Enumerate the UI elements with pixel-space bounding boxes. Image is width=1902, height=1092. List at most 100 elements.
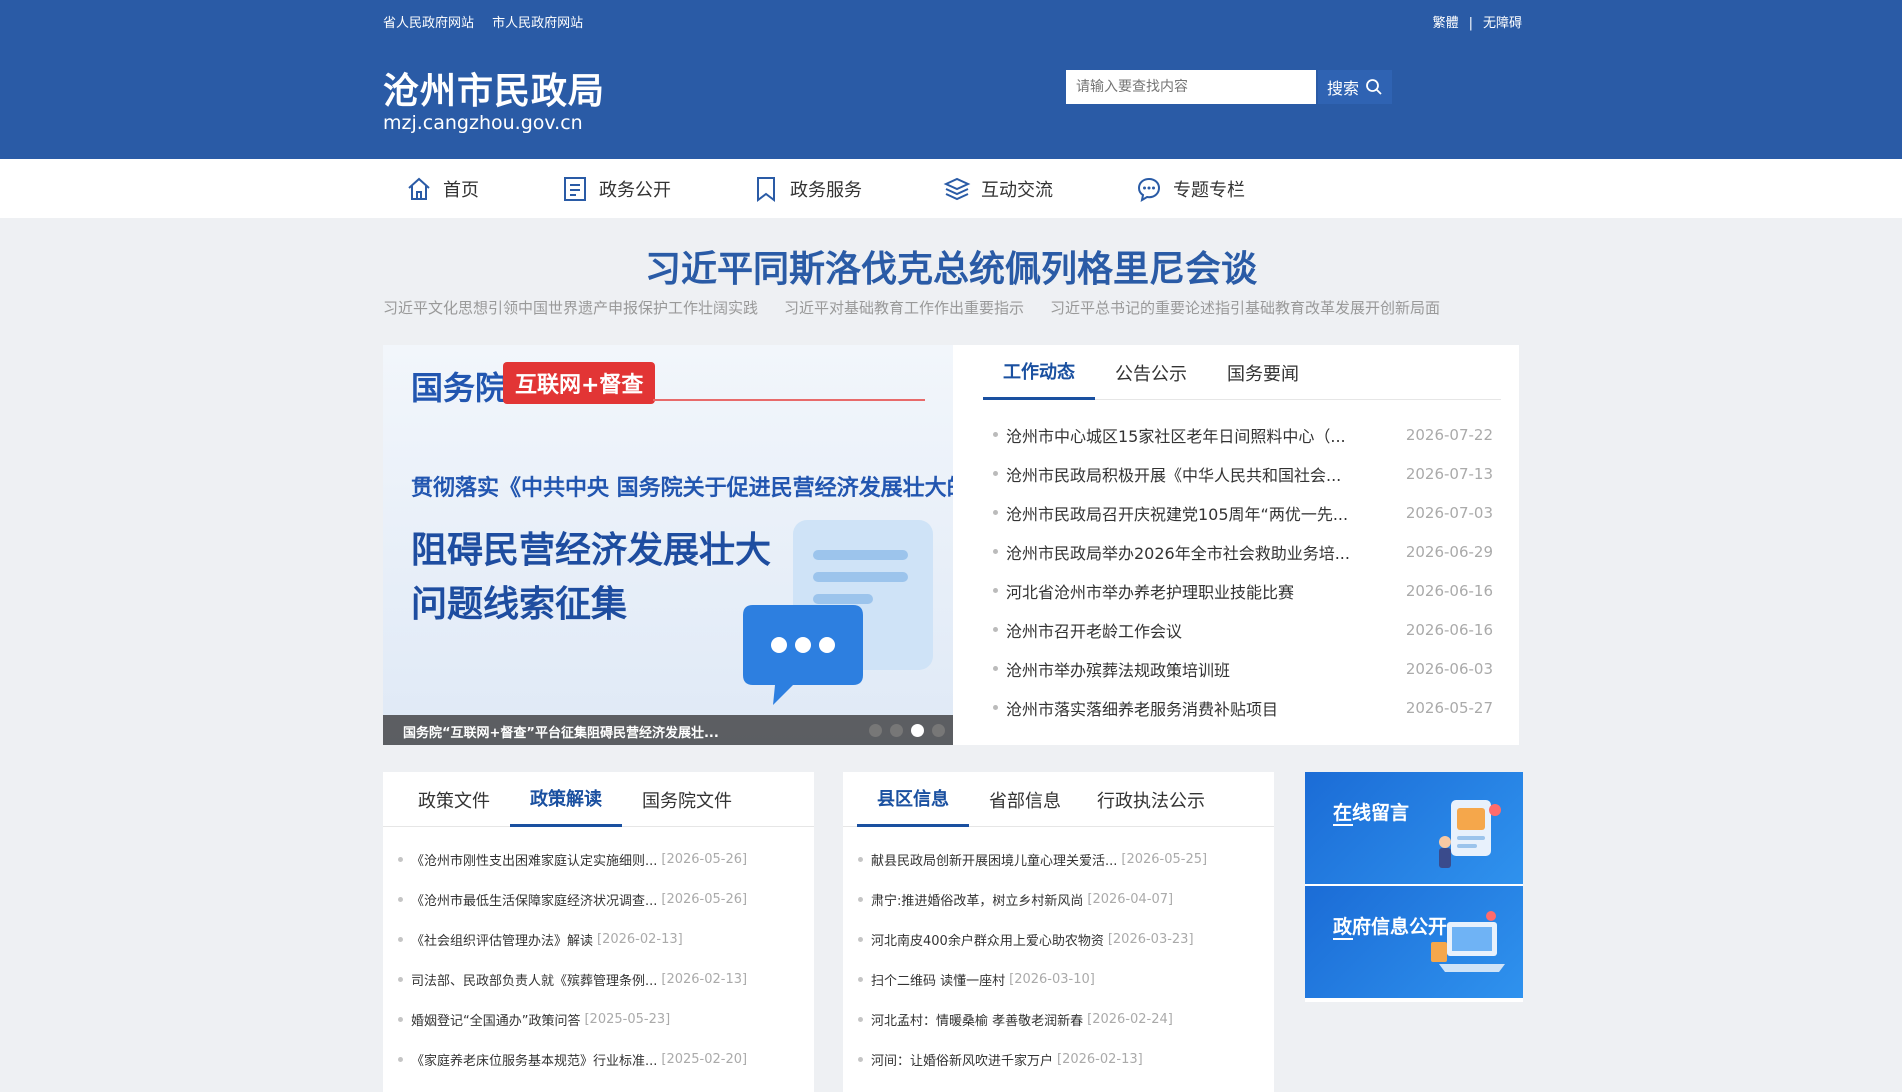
bullet [398,1056,403,1062]
list-item[interactable]: 《家庭养老床位服务基本规范》行业标准... [2025-02-20] [398,1039,803,1079]
news-item[interactable]: 沧州市民政局召开庆祝建党105周年“两优一先... 2026-07-03 [993,493,1493,532]
list-item[interactable]: 婚姻登记“全国通办”政策问答 [2025-05-23] [398,999,803,1039]
carousel-dot-active[interactable] [911,724,924,737]
site-domain: mzj.cangzhou.gov.cn [383,112,583,134]
nav-item-special-topics[interactable]: 专题专栏 [1135,159,1245,218]
nav-label: 互动交流 [981,179,1053,201]
banner-label: 在线留言 [1333,802,1410,824]
headline-title[interactable]: 习近平同斯洛伐克总统佩列格里尼会谈 [0,240,1902,292]
tab-provincial-info[interactable]: 省部信息 [969,772,1081,827]
message-illustration-icon [1439,800,1501,868]
traditional-chinese-link[interactable]: 繁體 [1433,16,1459,31]
item-date: [2026-02-13] [597,931,683,947]
carousel-dot[interactable] [932,724,945,737]
carousel-headline-line2: 问题线索征集 [411,584,628,625]
item-title: 婚姻登记“全国通办”政策问答 [411,1013,581,1029]
county-tabs: 县区信息 省部信息 行政执法公示 [843,772,1274,827]
item-date: [2026-03-23] [1107,931,1194,947]
bullet [398,896,403,902]
layers-icon [943,177,971,200]
online-message-banner[interactable]: 在线留言 [1305,772,1523,884]
nav-item-home[interactable]: 首页 [405,159,479,218]
search-button[interactable]: 搜索 [1318,70,1392,104]
news-title: 沧州市民政局积极开展《中华人民共和国社会... [1006,465,1342,485]
news-date: 2026-06-16 [1405,620,1493,639]
gov-info-disclosure-banner[interactable]: 政府信息公开 [1305,886,1523,998]
carousel-caption-bar: 国务院“互联网+督查”平台征集阻碍民营经济发展壮... [383,715,953,745]
news-item[interactable]: 沧州市落实落细养老服务消费补贴项目 2026-05-27 [993,688,1493,727]
carousel-subtitle: 贯彻落实《中共中央 国务院关于促进民营经济发展壮大的意见》 [411,476,953,501]
province-gov-link[interactable]: 省人民政府网站 [383,16,474,31]
item-title: 河间：让婚俗新风吹进千家万户 [871,1053,1054,1069]
news-item[interactable]: 河北省沧州市举办养老护理职业技能比赛 2026-06-16 [993,571,1493,610]
news-item[interactable]: 沧州市召开老龄工作会议 2026-06-16 [993,610,1493,649]
list-item[interactable]: 扫个二维码 读懂一座村 [2026-03-10] [858,959,1263,999]
tab-announcements[interactable]: 公告公示 [1095,345,1207,400]
carousel-dots [869,724,945,737]
news-title: 沧州市落实落细养老服务消费补贴项目 [1006,699,1279,719]
list-item[interactable]: 《沧州市刚性支出困难家庭认定实施细则... [2026-05-26] [398,839,803,879]
item-date: [2026-02-13] [661,971,748,987]
list-item[interactable]: 河间：让婚俗新风吹进千家万户 [2026-02-13] [858,1039,1263,1079]
tab-work-news[interactable]: 工作动态 [983,345,1095,400]
site-title[interactable]: 沧州市民政局 [383,62,605,114]
carousel-dot[interactable] [890,724,903,737]
list-item[interactable]: 司法部、民政部负责人就《殡葬管理条例... [2026-02-13] [398,959,803,999]
tab-state-news[interactable]: 国务要闻 [1207,345,1319,400]
bullet [993,666,998,671]
list-item[interactable]: 《沧州市最低生活保障家庭经济状况调查... [2026-05-26] [398,879,803,919]
nav-item-interaction[interactable]: 互动交流 [943,159,1053,218]
carousel-caption[interactable]: 国务院“互联网+督查”平台征集阻碍民营经济发展壮... [403,722,719,741]
sub-link[interactable]: 习近平对基础教育工作作出重要指示 [784,297,1024,318]
news-item[interactable]: 沧州市举办殡葬法规政策培训班 2026-06-03 [993,649,1493,688]
nav-item-gov-services[interactable]: 政务服务 [752,159,862,218]
news-item[interactable]: 沧州市民政局举办2026年全市社会救助业务培... 2026-06-29 [993,532,1493,571]
news-list: 沧州市中心城区15家社区老年日间照料中心（... 2026-07-22 沧州市民政… [993,415,1493,727]
sub-link[interactable]: 习近平文化思想引领中国世界遗产申报保护工作壮阔实践 [383,297,758,318]
tab-policy-interpretation[interactable]: 政策解读 [510,772,622,827]
list-item[interactable]: 肃宁:推进婚俗改革，树立乡村新风尚 [2026-04-07] [858,879,1263,919]
carousel-divider [653,399,925,401]
accessibility-link[interactable]: 无障碍 [1483,16,1522,31]
bullet [398,1016,403,1022]
list-item[interactable]: 献县民政局创新开展困境儿童心理关爱活... [2026-05-25] [858,839,1263,879]
bullet [993,588,998,593]
news-item[interactable]: 沧州市民政局积极开展《中华人民共和国社会... 2026-07-13 [993,454,1493,493]
carousel-dot[interactable] [869,724,882,737]
news-item[interactable]: 沧州市中心城区15家社区老年日间照料中心（... 2026-07-22 [993,415,1493,454]
list-item[interactable]: 《社会组织评估管理办法》解读 [2026-02-13] [398,919,803,959]
news-tabs: 工作动态 公告公示 国务要闻 [983,345,1501,400]
news-date: 2026-07-03 [1405,503,1493,522]
image-carousel[interactable]: 国务院 互联网+督查 贯彻落实《中共中央 国务院关于促进民营经济发展壮大的意见》… [383,345,953,745]
item-title: 司法部、民政部负责人就《殡葬管理条例... [411,973,658,989]
sub-link[interactable]: 习近平总书记的重要论述指引基础教育改革发展开创新局面 [1050,297,1440,318]
item-title: 《沧州市刚性支出困难家庭认定实施细则... [411,853,658,869]
bullet [993,627,998,632]
search-input[interactable] [1066,70,1316,104]
laptop-illustration-icon [1431,911,1505,972]
tab-law-enforcement[interactable]: 行政执法公示 [1081,772,1221,827]
side-banners: 在线留言 政府信息公开 [1305,772,1523,1002]
item-date: [2025-02-20] [661,1051,748,1067]
nav-label: 政务服务 [790,179,862,201]
tab-state-council-documents[interactable]: 国务院文件 [622,772,752,827]
news-title: 沧州市民政局召开庆祝建党105周年“两优一先... [1006,504,1349,524]
item-title: 《沧州市最低生活保障家庭经济状况调查... [411,893,658,909]
bullet [993,510,998,515]
item-title: 献县民政局创新开展困境儿童心理关爱活... [871,853,1118,869]
item-title: 河北南皮400余户群众用上爱心助农物资 [871,933,1104,949]
list-item[interactable]: 河北南皮400余户群众用上爱心助农物资 [2026-03-23] [858,919,1263,959]
tab-county-info[interactable]: 县区信息 [857,772,969,827]
nav-label: 专题专栏 [1173,179,1245,201]
search-icon [1366,79,1382,95]
nav-item-gov-affairs[interactable]: 政务公开 [561,159,671,218]
tab-policy-documents[interactable]: 政策文件 [398,772,510,827]
bullet [993,549,998,554]
news-title: 沧州市召开老龄工作会议 [1006,621,1183,641]
main-nav: 首页 政务公开 政务服务 互动交流 专题专栏 [0,159,1902,218]
search-button-label: 搜索 [1326,79,1359,98]
news-title: 沧州市民政局举办2026年全市社会救助业务培... [1006,543,1350,563]
list-item[interactable]: 河北孟村：情暖桑榆 孝善敬老润新春 [2026-02-24] [858,999,1263,1039]
city-gov-link[interactable]: 市人民政府网站 [492,16,583,31]
item-date: [2026-03-10] [1009,971,1095,987]
